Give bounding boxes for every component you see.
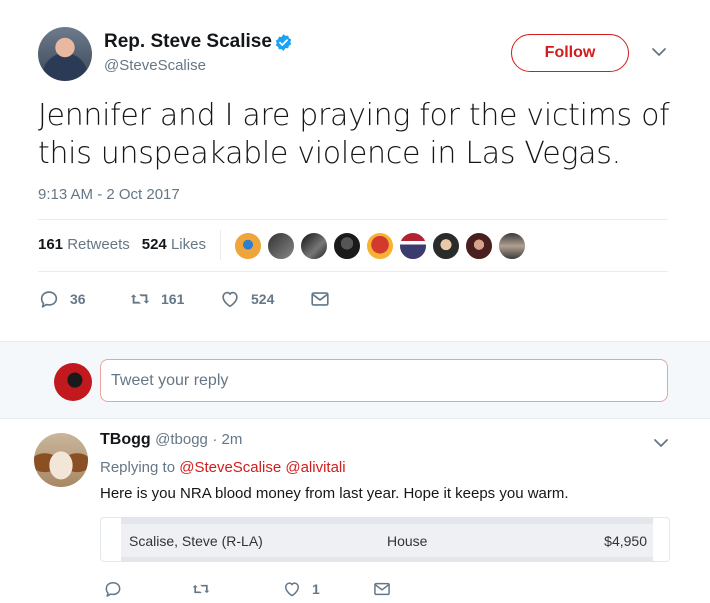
like-button[interactable]: 524: [219, 287, 274, 311]
retweets-stat[interactable]: 161 Retweets: [38, 236, 130, 253]
reply-text: Here is you NRA blood money from last ye…: [100, 485, 569, 502]
divider: [38, 219, 668, 220]
heart-icon: [285, 582, 299, 597]
reply-input[interactable]: [100, 359, 668, 402]
divider: [220, 230, 221, 260]
liker-avatar[interactable]: [333, 232, 361, 260]
amount: $4,950: [604, 533, 647, 549]
message-icon: [311, 292, 329, 306]
retweets-label: Retweets: [67, 236, 130, 253]
reply-author-name[interactable]: TBogg: [100, 431, 151, 448]
like-count: 524: [251, 291, 275, 307]
tweet-timestamp[interactable]: 9:13 AM - 2 Oct 2017: [38, 186, 180, 203]
current-user-avatar[interactable]: [54, 363, 92, 401]
liker-avatar[interactable]: [267, 232, 295, 260]
liker-avatar[interactable]: [432, 232, 460, 260]
liker-avatar[interactable]: [300, 232, 328, 260]
likes-stat[interactable]: 524 Likes: [142, 236, 206, 253]
chamber: House: [387, 533, 428, 549]
table-row: Scalise, Steve (R-LA) House $4,950: [121, 518, 653, 561]
reply-actions: 1: [100, 577, 420, 601]
verified-badge-icon: [275, 34, 292, 51]
chevron-down-icon[interactable]: [653, 437, 669, 449]
reply-count: 36: [70, 291, 86, 307]
retweets-count: 161: [38, 236, 64, 253]
reply-age[interactable]: · 2m: [212, 431, 242, 448]
liker-avatar[interactable]: [465, 232, 493, 260]
reply-button[interactable]: 36: [38, 287, 86, 311]
message-icon: [374, 582, 390, 596]
follow-button[interactable]: Follow: [511, 34, 629, 72]
reply-button[interactable]: [103, 577, 133, 601]
mention-link[interactable]: @alivitali: [285, 459, 345, 476]
tweet-actions: 36 161 524: [38, 287, 358, 311]
liker-avatar[interactable]: [399, 232, 427, 260]
heart-icon: [222, 291, 238, 308]
reply-author-avatar[interactable]: [34, 433, 88, 487]
like-count: 1: [312, 581, 320, 597]
recipient-name: Scalise, Steve (R-LA): [129, 533, 263, 549]
like-button[interactable]: 1: [282, 577, 320, 601]
retweet-button[interactable]: 161: [129, 287, 184, 311]
reply-tweet: TBogg @tbogg · 2m Replying to @SteveScal…: [0, 420, 710, 603]
main-tweet: Rep. Steve Scalise @SteveScalise Follow …: [0, 0, 710, 341]
likes-label: Likes: [170, 236, 206, 253]
retweet-button[interactable]: [191, 577, 221, 601]
reply-icon: [105, 582, 121, 597]
reply-composer: [0, 341, 710, 419]
author-avatar[interactable]: [38, 27, 92, 81]
reply-author-handle[interactable]: @tbogg: [155, 431, 208, 448]
replying-to: Replying to @SteveScalise @alivitali: [100, 459, 346, 476]
engagement-stats: 161 Retweets 524 Likes: [38, 236, 206, 253]
replying-label: Replying to: [100, 459, 176, 476]
direct-message-button[interactable]: [372, 577, 392, 601]
liker-avatar[interactable]: [498, 232, 526, 260]
media-card[interactable]: Scalise, Steve (R-LA) House $4,950: [100, 517, 670, 562]
liker-avatar[interactable]: [366, 232, 394, 260]
liker-avatar[interactable]: [234, 232, 262, 260]
divider: [38, 271, 668, 272]
author-name[interactable]: Rep. Steve Scalise: [104, 31, 272, 53]
reply-header: TBogg @tbogg · 2m: [100, 431, 242, 449]
tweet-text: Jennifer and I are praying for the victi…: [38, 98, 670, 171]
retweet-count: 161: [161, 291, 185, 307]
retweet-icon: [192, 584, 210, 594]
retweet-icon: [130, 294, 150, 304]
reply-icon: [40, 291, 58, 308]
author-handle[interactable]: @SteveScalise: [104, 57, 206, 74]
likes-count: 524: [141, 236, 167, 253]
direct-message-button[interactable]: [309, 287, 331, 311]
chevron-down-icon[interactable]: [651, 46, 667, 58]
mention-link[interactable]: @SteveScalise: [179, 459, 281, 476]
